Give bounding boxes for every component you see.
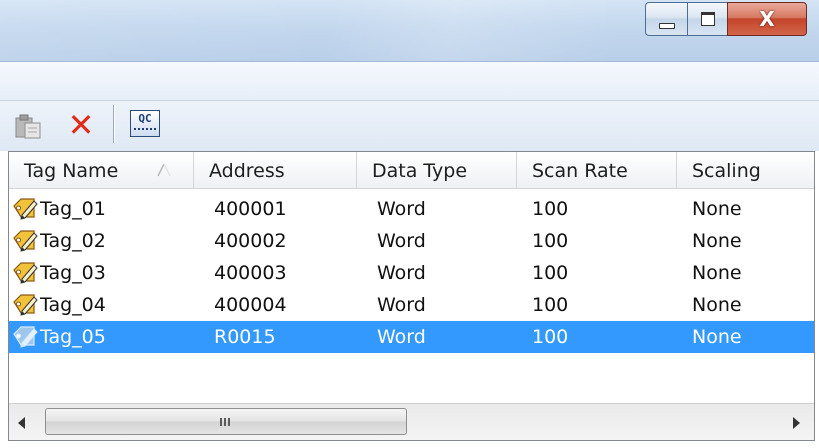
caption-buttons: X [645, 2, 807, 38]
quick-client-icon-dots [134, 128, 156, 133]
data-type-cell: Word [377, 198, 426, 220]
delete-icon: ✕ [67, 106, 95, 144]
list-header: Tag Name Address Data Type Scan Rate Sca… [9, 152, 814, 189]
tag-name-cell: Tag_04 [40, 294, 106, 316]
scaling-cell: None [692, 230, 742, 252]
tag-name-cell: Tag_02 [40, 230, 106, 252]
delete-button[interactable]: ✕ [66, 109, 96, 141]
scan-rate-cell: 100 [532, 230, 569, 252]
column-header-label: Tag Name [24, 160, 119, 182]
table-row[interactable]: Tag_04 400004 Word 100 None [9, 289, 814, 321]
tag-list-view[interactable]: Tag Name Address Data Type Scan Rate Sca… [8, 151, 815, 441]
maximize-button[interactable] [687, 2, 727, 36]
tag-icon [13, 198, 38, 220]
quick-client-button[interactable]: QC [130, 110, 160, 137]
address-cell: R0015 [214, 326, 276, 348]
minimize-button[interactable] [645, 2, 687, 36]
close-button[interactable]: X [727, 2, 807, 36]
address-cell: 400003 [214, 262, 287, 284]
scan-rate-cell: 100 [532, 294, 569, 316]
table-row[interactable]: Tag_02 400002 Word 100 None [9, 225, 814, 257]
tag-name-cell: Tag_03 [40, 262, 106, 284]
toolbar-separator [113, 105, 115, 143]
column-header-label: Scan Rate [532, 160, 628, 182]
quick-client-icon: QC [138, 112, 152, 125]
column-header-tag-name[interactable]: Tag Name [9, 152, 194, 188]
tag-icon [13, 230, 38, 252]
scrollbar-grip-icon [220, 418, 232, 426]
maximize-icon [700, 12, 715, 26]
scan-rate-cell: 100 [532, 198, 569, 220]
scan-rate-cell: 100 [532, 262, 569, 284]
address-cell: 400004 [214, 294, 287, 316]
paste-icon[interactable] [14, 112, 44, 140]
tag-icon [13, 294, 38, 316]
tag-name-cell: Tag_05 [40, 326, 106, 348]
column-header-data-type[interactable]: Data Type [357, 152, 517, 188]
scan-rate-cell: 100 [532, 326, 569, 348]
column-header-scaling[interactable]: Scaling [677, 152, 814, 188]
table-row-selected[interactable]: Tag_05 R0015 Word 100 None [9, 321, 814, 353]
column-header-scan-rate[interactable]: Scan Rate [517, 152, 677, 188]
data-type-cell: Word [377, 326, 426, 348]
menu-band [0, 62, 819, 101]
tag-icon [13, 262, 38, 284]
column-header-label: Scaling [692, 160, 761, 182]
column-header-label: Data Type [372, 160, 468, 182]
address-cell: 400001 [214, 198, 287, 220]
minimize-icon [658, 23, 675, 29]
column-header-label: Address [209, 160, 285, 182]
scaling-cell: None [692, 198, 742, 220]
scaling-cell: None [692, 294, 742, 316]
data-type-cell: Word [377, 230, 426, 252]
data-type-cell: Word [377, 262, 426, 284]
sort-ascending-icon [157, 163, 171, 177]
scroll-right-arrow-icon[interactable] [793, 417, 800, 429]
column-header-address[interactable]: Address [194, 152, 357, 188]
table-row[interactable]: Tag_01 400001 Word 100 None [9, 193, 814, 225]
tag-icon [13, 326, 38, 348]
close-icon: X [759, 7, 775, 31]
table-row[interactable]: Tag_03 400003 Word 100 None [9, 257, 814, 289]
scaling-cell: None [692, 262, 742, 284]
scroll-left-arrow-icon[interactable] [18, 417, 25, 429]
toolbar [0, 101, 819, 151]
scrollbar-thumb[interactable] [45, 408, 407, 435]
address-cell: 400002 [214, 230, 287, 252]
data-type-cell: Word [377, 294, 426, 316]
scaling-cell: None [692, 326, 742, 348]
tag-name-cell: Tag_01 [40, 198, 106, 220]
title-bar: X [0, 0, 819, 62]
horizontal-scrollbar[interactable] [9, 403, 814, 440]
